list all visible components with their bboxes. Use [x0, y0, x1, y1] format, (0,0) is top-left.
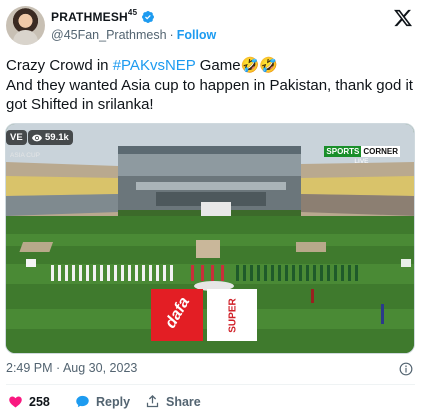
verified-badge-icon: [142, 11, 155, 23]
view-count-badge: 59.1k: [28, 130, 73, 145]
eye-icon: [32, 134, 42, 141]
reply-bubble-icon: [76, 395, 89, 408]
share-upload-icon: [146, 394, 159, 408]
hashtag-link[interactable]: #PAKvsNEP: [113, 57, 196, 74]
broadcaster-logo: SPORTS CORNER LIVE: [324, 146, 400, 165]
info-icon[interactable]: [399, 362, 413, 376]
footer-divider: [6, 384, 415, 385]
tweet-text: Crazy Crowd in #PAKvsNEP Game🤣🤣 And they…: [6, 56, 416, 115]
author-handle[interactable]: @45Fan_Prathmesh: [51, 28, 167, 42]
tweet-card: PRATHMESH45 @45Fan_Prathmesh · Follow Cr…: [0, 0, 421, 415]
ad-board-right-text: SUPER: [227, 298, 239, 333]
asia-cup-watermark: ASIA CUP: [10, 152, 40, 159]
author-name-row: PRATHMESH45: [51, 8, 155, 25]
like-count: 258: [29, 394, 50, 409]
heart-icon: [9, 396, 22, 408]
reply-button[interactable]: Reply: [75, 394, 130, 409]
author-avatar[interactable]: [6, 6, 45, 45]
tweet-line-1: Crazy Crowd in #PAKvsNEP Game🤣🤣: [6, 57, 278, 74]
reply-label: Reply: [96, 394, 131, 409]
live-tag: VE: [6, 130, 27, 145]
x-logo-icon[interactable]: [393, 8, 413, 28]
tweet-line-2: And they wanted Asia cup to happen in Pa…: [6, 76, 413, 114]
author-display-name[interactable]: PRATHMESH45: [51, 8, 137, 24]
share-button[interactable]: Share: [145, 394, 201, 409]
separator-dot: ·: [169, 28, 174, 42]
video-thumbnail[interactable]: VE 59.1k ASIA CUP SPORTS CORNER LIVE dafa…: [5, 123, 415, 354]
like-button[interactable]: 258: [8, 394, 50, 409]
share-label: Share: [166, 394, 201, 409]
tweet-timestamp[interactable]: 2:49 PM · Aug 30, 2023: [6, 361, 137, 375]
follow-button[interactable]: Follow: [177, 28, 217, 42]
author-handle-row: @45Fan_Prathmesh · Follow: [51, 28, 216, 42]
